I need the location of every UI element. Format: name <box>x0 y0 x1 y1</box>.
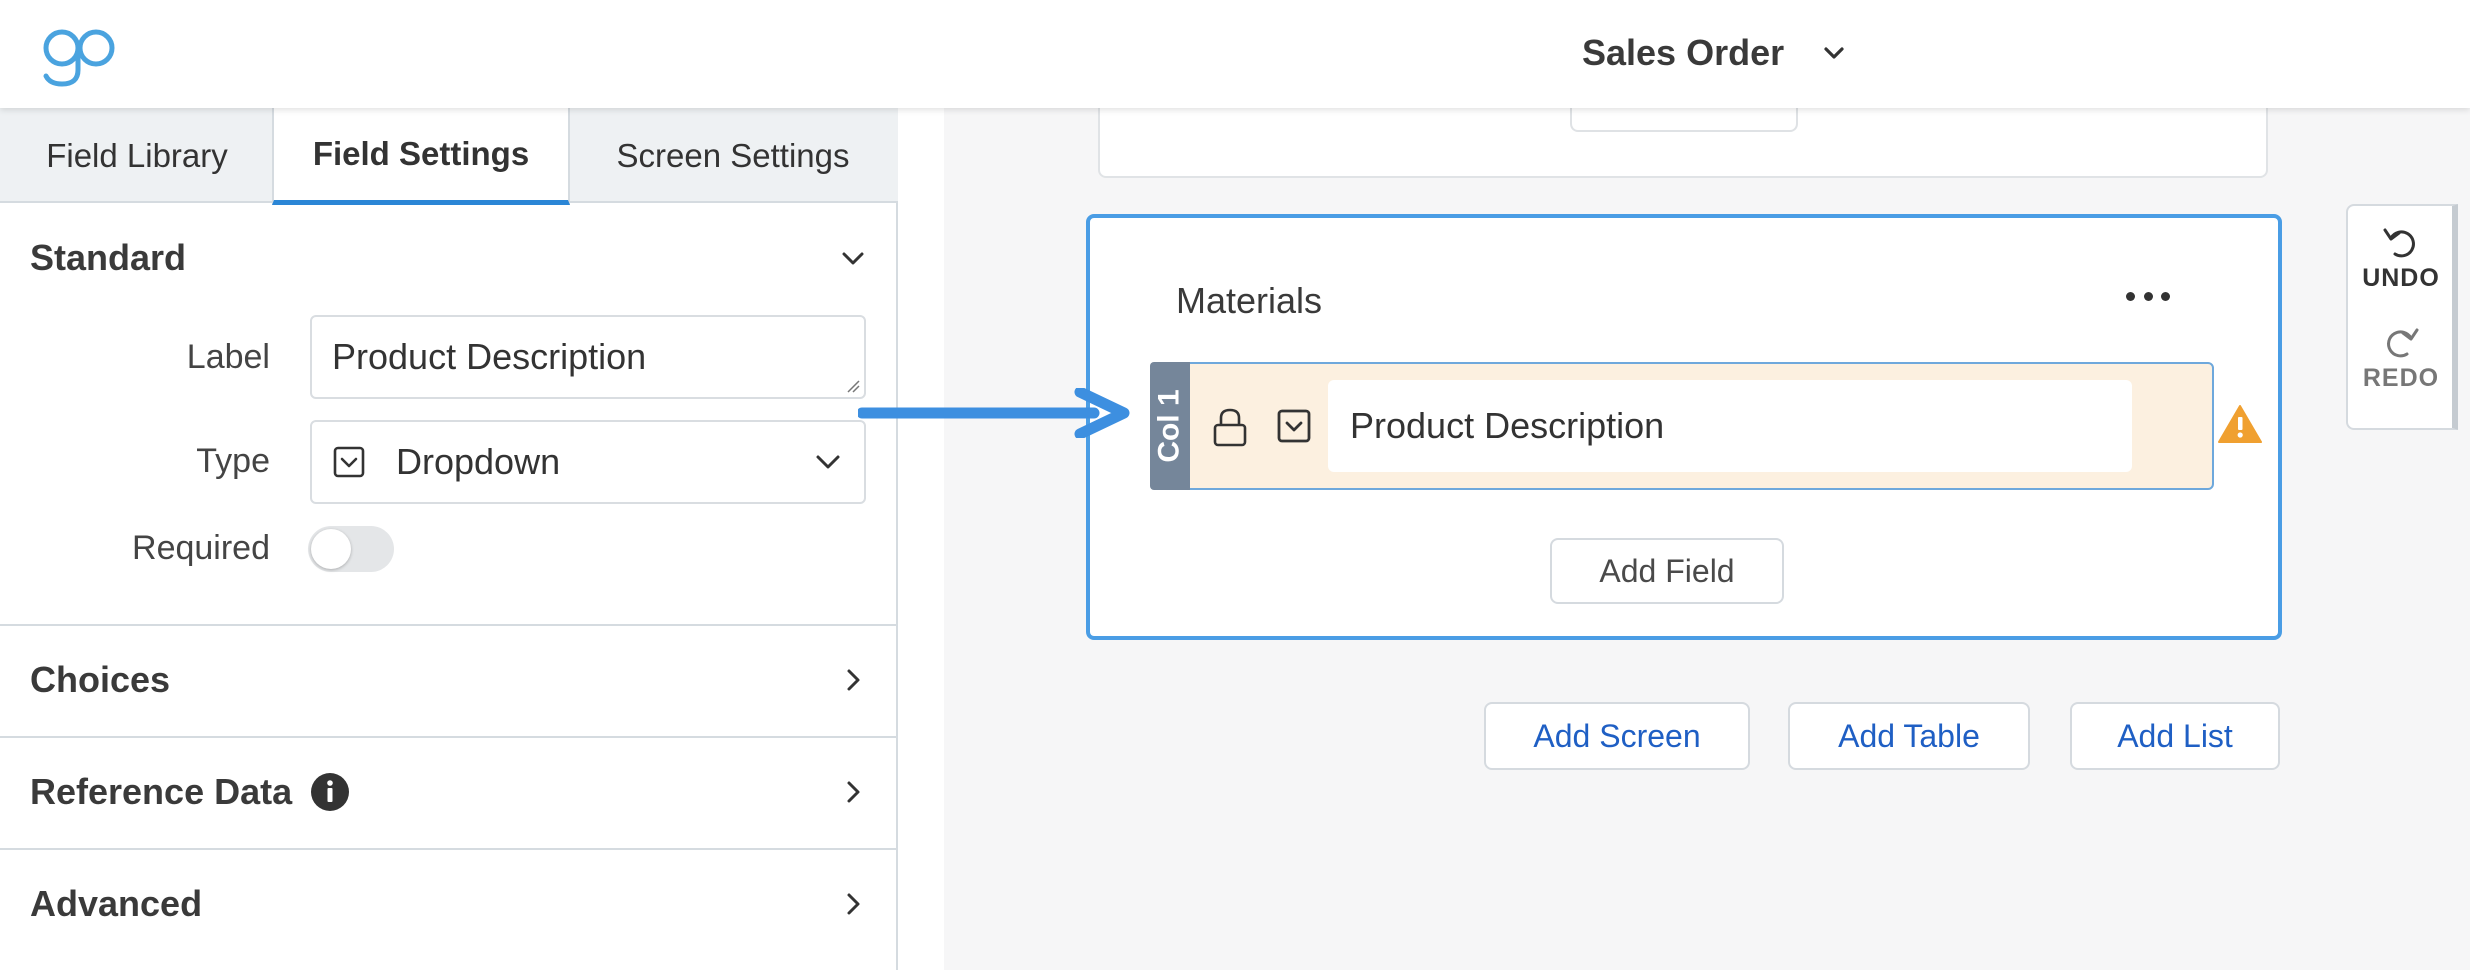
add-screen-button[interactable]: Add Screen <box>1484 702 1750 770</box>
section-title-text: Reference Data <box>30 771 293 812</box>
label-input-value: Product Description <box>332 336 647 377</box>
chevron-right-icon <box>847 669 860 691</box>
undo-button[interactable]: UNDO <box>2348 224 2454 293</box>
type-field-label: Type <box>196 442 270 480</box>
redo-label: REDO <box>2362 364 2440 392</box>
add-table-button[interactable]: Add Table <box>1788 702 2030 770</box>
tab-field-settings[interactable]: Field Settings <box>272 108 570 205</box>
section-title: Standard <box>30 237 187 278</box>
chevron-right-icon <box>847 781 860 803</box>
more-options-icon[interactable] <box>2126 286 2170 306</box>
chevron-right-icon <box>847 893 860 915</box>
go-logo-icon[interactable] <box>40 26 120 88</box>
form-canvas: Materials Col 1 Product Description Add … <box>944 108 2470 970</box>
column-field-label: Product Description <box>1350 405 1665 446</box>
table-card-materials[interactable]: Materials Col 1 Product Description Add … <box>1086 214 2282 640</box>
dropdown-type-icon <box>333 446 365 478</box>
tab-label: Field Library <box>46 136 228 174</box>
section-title: Reference Data <box>30 771 350 813</box>
toggle-knob <box>311 529 351 569</box>
chevron-down-icon <box>816 455 840 469</box>
previous-screen-card[interactable] <box>1098 108 2268 178</box>
add-list-button[interactable]: Add List <box>2070 702 2280 770</box>
tab-field-library[interactable]: Field Library <box>0 108 274 203</box>
column-field-product-description[interactable]: Product Description <box>1328 380 2132 472</box>
chevron-down-icon <box>842 252 864 265</box>
button-label: Add Table <box>1838 717 1980 754</box>
label-input[interactable]: Product Description <box>310 315 866 399</box>
info-icon[interactable] <box>310 772 350 812</box>
chevron-down-icon <box>1824 47 1844 59</box>
label-field-label: Label <box>186 338 270 376</box>
redo-icon <box>2387 328 2419 358</box>
field-settings-panel: Field Library Field Settings Screen Sett… <box>0 108 898 970</box>
undo-icon <box>2383 228 2415 258</box>
button-label: Add List <box>2117 717 2233 754</box>
section-title: Advanced <box>30 883 203 924</box>
add-field-button[interactable]: Add Field <box>1550 538 1784 604</box>
section-reference-data-header[interactable]: Reference Data <box>0 738 896 846</box>
undo-label: UNDO <box>2362 264 2440 292</box>
type-select[interactable]: Dropdown <box>310 420 866 504</box>
type-select-value: Dropdown <box>396 441 561 482</box>
section-choices-header[interactable]: Choices <box>0 626 896 734</box>
undo-redo-panel: UNDO REDO <box>2346 204 2458 430</box>
button-label: Add Field <box>1599 552 1735 589</box>
dropdown-type-icon <box>1277 409 1311 443</box>
tab-label: Screen Settings <box>616 136 850 174</box>
top-bar: Sales Order <box>0 0 2470 108</box>
previous-screen-button[interactable] <box>1570 108 1798 132</box>
lock-icon[interactable] <box>1210 406 1250 448</box>
required-field-label: Required <box>132 529 270 567</box>
redo-button[interactable]: REDO <box>2348 324 2454 393</box>
form-title: Sales Order <box>1582 32 1785 73</box>
button-label: Add Screen <box>1533 717 1701 754</box>
section-advanced-header[interactable]: Advanced <box>0 850 896 958</box>
arrow-icon <box>858 388 1130 438</box>
form-title-dropdown[interactable]: Sales Order <box>1582 28 1848 78</box>
column-tag-label: Col 1 <box>1153 389 1187 463</box>
section-title: Choices <box>30 659 171 700</box>
required-toggle[interactable] <box>308 526 394 572</box>
table-column-row[interactable]: Col 1 Product Description <box>1150 362 2214 490</box>
tab-label: Field Settings <box>312 135 530 172</box>
section-standard-header[interactable]: Standard <box>0 218 896 298</box>
panel-tabs: Field Library Field Settings Screen Sett… <box>0 108 898 205</box>
table-title: Materials <box>1176 280 1323 321</box>
warning-icon[interactable] <box>2218 404 2262 444</box>
tab-screen-settings[interactable]: Screen Settings <box>570 108 896 203</box>
column-tag: Col 1 <box>1150 362 1190 490</box>
